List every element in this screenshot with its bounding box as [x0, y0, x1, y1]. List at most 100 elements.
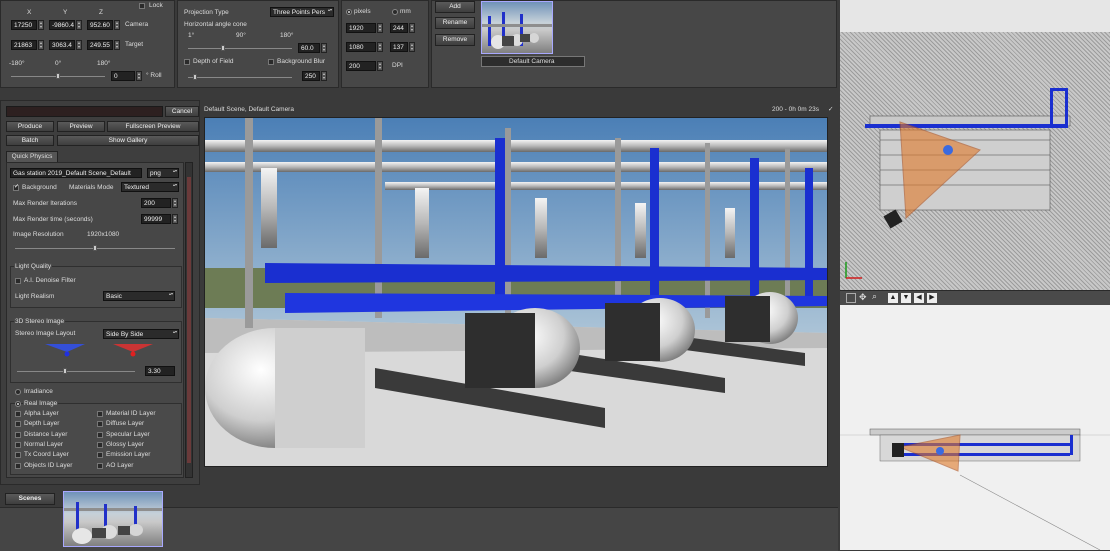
height-px-input[interactable]: 1080 — [346, 42, 376, 52]
image-resolution-slider[interactable] — [15, 245, 175, 251]
roll-slider-knob[interactable] — [56, 73, 60, 79]
layer-left-checkbox[interactable] — [15, 411, 21, 417]
produce-button[interactable]: Produce — [6, 121, 54, 132]
blur-input[interactable]: 250 — [302, 71, 320, 81]
background-blur-checkbox[interactable] — [268, 59, 274, 65]
remove-camera-button[interactable]: Remove — [435, 34, 475, 46]
dpi-input[interactable]: 200 — [346, 61, 376, 71]
pixels-radio[interactable] — [346, 9, 352, 15]
camera-z-spin[interactable] — [114, 20, 120, 30]
layer-left-checkbox[interactable] — [15, 421, 21, 428]
camera-x-input[interactable]: 17250 — [11, 20, 37, 30]
zoom-icon[interactable]: ⌕ — [872, 291, 877, 302]
cone-slider-knob[interactable] — [221, 45, 225, 51]
height-px-spin[interactable] — [377, 42, 383, 52]
width-px-spin[interactable] — [377, 23, 383, 33]
layer-left-checkbox[interactable] — [15, 441, 21, 448]
width-px-input[interactable]: 1920 — [346, 23, 376, 33]
layer-right-checkbox[interactable] — [97, 431, 103, 438]
mm-radio[interactable] — [392, 9, 398, 15]
rendered-image[interactable] — [204, 117, 828, 467]
tab-quick-physics[interactable]: Quick Physics — [6, 151, 58, 162]
arrow-right-icon[interactable]: ▶ — [927, 293, 937, 303]
target-y-input[interactable]: 3063.4 — [49, 40, 75, 50]
stereo-layout-select[interactable]: Side By Side — [103, 329, 179, 339]
roll-spin[interactable] — [136, 71, 142, 81]
batch-button[interactable]: Batch — [6, 135, 54, 146]
settings-scrollbar-thumb[interactable] — [187, 177, 191, 463]
width-mm-spin[interactable] — [409, 23, 415, 33]
arrow-left-icon[interactable]: ◀ — [914, 293, 924, 303]
layer-right-checkbox[interactable] — [97, 441, 103, 448]
stereo-slider[interactable] — [17, 368, 135, 374]
fullscreen-preview-button[interactable]: Fullscreen Preview — [107, 121, 199, 132]
default-camera-caption-box[interactable]: Default Camera — [481, 56, 585, 67]
camera-y-spin[interactable] — [76, 20, 82, 30]
image-resolution-label: Image Resolution — [13, 231, 64, 238]
blur-slider[interactable] — [188, 74, 292, 80]
denoise-checkbox[interactable] — [15, 278, 21, 284]
cone-spin[interactable] — [321, 43, 327, 53]
blur-spin[interactable] — [321, 71, 327, 81]
pan-icon[interactable]: ✥ — [859, 292, 867, 303]
cone-slider[interactable] — [188, 45, 292, 51]
projection-type-select[interactable]: Three Points Pers — [270, 7, 334, 17]
stereo-input[interactable]: 3.30 — [145, 366, 175, 376]
real-image-radio[interactable] — [15, 401, 21, 407]
rename-camera-button[interactable]: Rename — [435, 17, 475, 29]
output-file-name-input[interactable]: Gas station 2019_Default Scene_Default — [10, 168, 142, 178]
target-x-spin[interactable] — [38, 40, 44, 50]
settings-scrollbar[interactable] — [185, 162, 193, 478]
dpi-spin[interactable] — [377, 61, 383, 71]
cancel-button[interactable]: Cancel — [165, 106, 199, 117]
file-format-select[interactable]: png — [147, 168, 179, 178]
height-mm-spin[interactable] — [409, 42, 415, 52]
arrow-up-icon[interactable]: ▲ — [888, 293, 898, 303]
target-z-input[interactable]: 249.55 — [87, 40, 113, 50]
arrow-down-icon[interactable]: ▼ — [901, 293, 911, 303]
max-iterations-spin[interactable] — [172, 198, 178, 208]
cone-input[interactable]: 60.0 — [298, 43, 320, 53]
layer-right-checkbox[interactable] — [97, 462, 103, 469]
axis-y-label: Y — [63, 9, 68, 16]
side-view-panel[interactable] — [840, 305, 1110, 550]
camera-x-spin[interactable] — [38, 20, 44, 30]
max-iterations-input[interactable]: 200 — [141, 198, 171, 208]
lock-checkbox[interactable] — [139, 3, 145, 9]
layer-right-checkbox[interactable] — [97, 411, 103, 417]
layer-left-checkbox[interactable] — [15, 452, 21, 459]
stereo-slider-knob[interactable] — [63, 368, 67, 374]
layer-right-label: Specular Layer — [106, 430, 150, 438]
materials-mode-select[interactable]: Textured — [121, 182, 179, 192]
image-resolution-slider-knob[interactable] — [93, 245, 97, 251]
show-gallery-button[interactable]: Show Gallery — [57, 135, 199, 146]
irradiance-radio[interactable] — [15, 389, 21, 395]
preview-button[interactable]: Preview — [57, 121, 105, 132]
light-realism-select[interactable]: Basic — [103, 291, 175, 301]
width-mm-input[interactable]: 244 — [390, 23, 408, 33]
add-camera-button[interactable]: Add — [435, 1, 475, 13]
blur-slider-knob[interactable] — [193, 74, 197, 80]
fit-view-icon[interactable] — [846, 293, 856, 303]
depth-of-field-checkbox[interactable] — [184, 59, 190, 65]
target-x-input[interactable]: 21863 — [11, 40, 37, 50]
target-z-spin[interactable] — [114, 40, 120, 50]
max-render-time-input[interactable]: 99999 — [141, 214, 171, 224]
background-checkbox[interactable] — [13, 183, 19, 191]
roll-slider[interactable] — [11, 73, 105, 79]
roll-input[interactable]: 0 — [111, 71, 135, 81]
top-view-panel[interactable] — [840, 0, 1110, 290]
target-y-spin[interactable] — [76, 40, 82, 50]
camera-y-input[interactable]: -9860.4 — [49, 20, 75, 30]
scene-thumbnail[interactable] — [63, 491, 163, 547]
layer-right-checkbox[interactable] — [97, 452, 103, 459]
layer-right-checkbox[interactable] — [97, 421, 103, 428]
height-mm-input[interactable]: 137 — [390, 42, 408, 52]
tab-scenes[interactable]: Scenes — [5, 493, 55, 505]
projection-panel: Projection Type Three Points Pers Horizo… — [177, 0, 339, 88]
layer-left-checkbox[interactable] — [15, 462, 21, 469]
max-render-time-spin[interactable] — [172, 214, 178, 224]
camera-z-input[interactable]: 952.60 — [87, 20, 113, 30]
default-camera-thumbnail[interactable] — [481, 1, 553, 54]
layer-left-checkbox[interactable] — [15, 431, 21, 438]
